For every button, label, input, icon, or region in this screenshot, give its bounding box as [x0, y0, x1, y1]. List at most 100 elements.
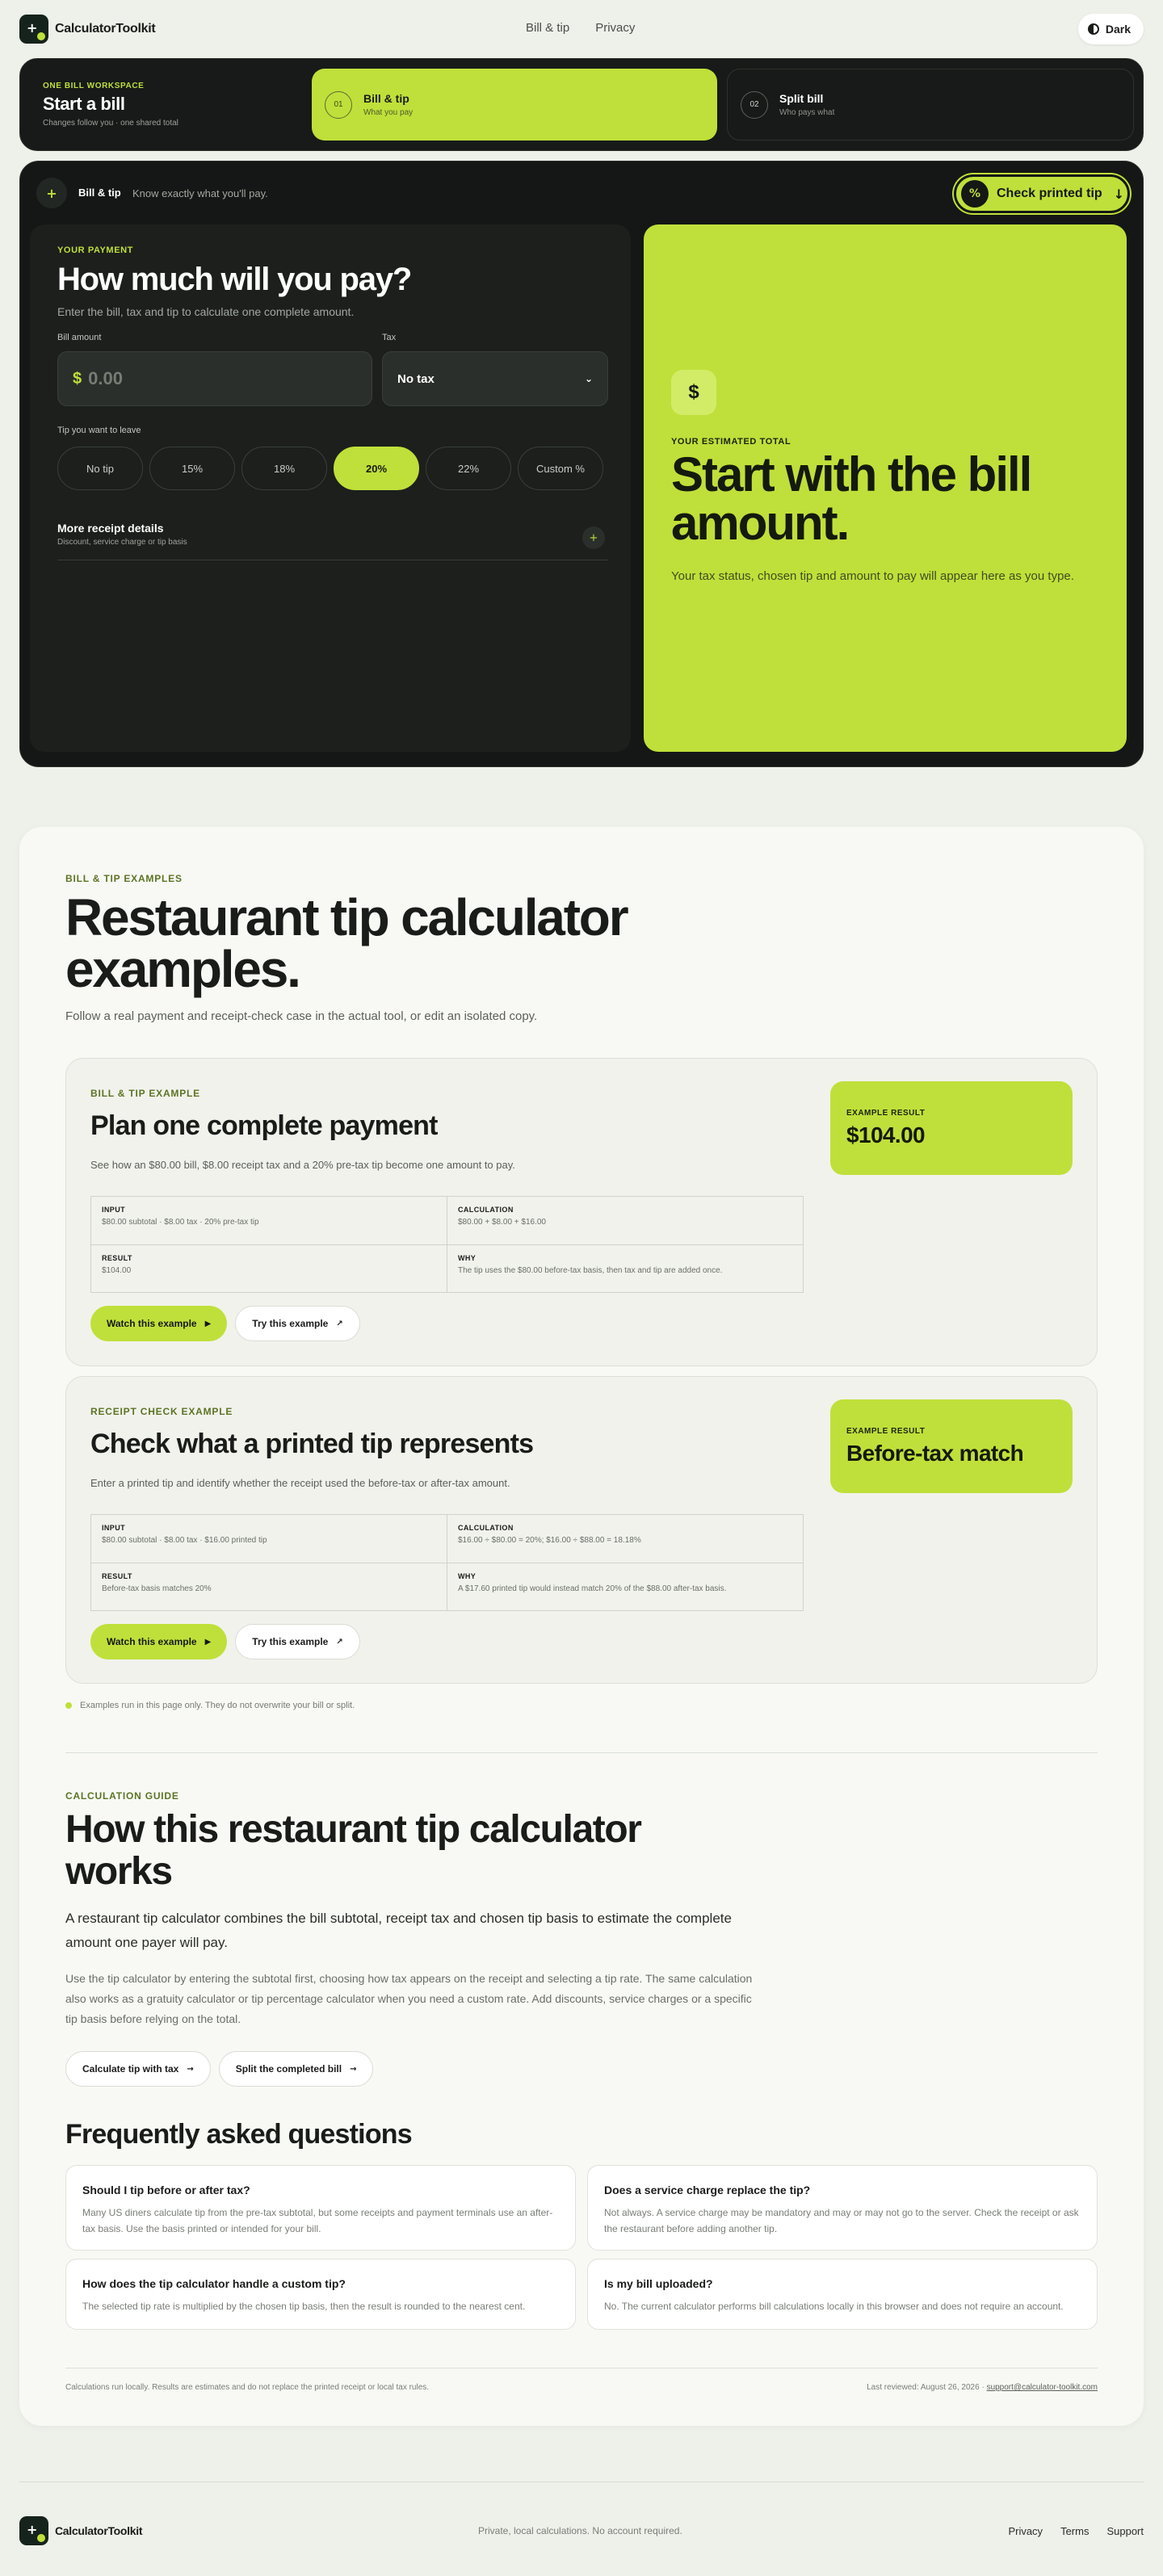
example-description: See how an $80.00 bill, $8.00 receipt ta… [90, 1159, 515, 1171]
tab-subtitle: What you pay [363, 108, 414, 117]
faq-question: Is my bill uploaded? [604, 2277, 713, 2290]
footer-tagline: Private, local calculations. No account … [478, 2525, 682, 2536]
example-why-cell: WHY A $17.60 printed tip would instead ma… [447, 1562, 804, 1611]
percent-icon: % [961, 180, 989, 208]
cell-value: $104.00 [102, 1265, 132, 1275]
payment-form: YOUR PAYMENT How much will you pay? Ente… [30, 224, 631, 752]
try-example-button[interactable]: Try this example ↗ [235, 1306, 360, 1341]
tip-option-custom[interactable]: Custom % [518, 447, 603, 490]
cell-heading: RESULT [102, 1571, 132, 1580]
brand-logo[interactable]: + CalculatorToolkit [19, 15, 156, 44]
footer-link-privacy[interactable]: Privacy [1008, 2525, 1043, 2537]
example-calculation-cell: CALCULATION $80.00 + $8.00 + $16.00 [447, 1196, 804, 1245]
watch-example-button[interactable]: Watch this example ▶ [90, 1624, 228, 1659]
external-arrow-icon: ↗ [336, 1319, 343, 1328]
faq-answer: No. The current calculator performs bill… [604, 2301, 1064, 2312]
check-printed-tip-button[interactable]: % Check printed tip ↓ [954, 174, 1130, 213]
guide-lead: A restaurant tip calculator combines the… [65, 1911, 732, 1950]
example-title: Plan one complete payment [90, 1110, 438, 1141]
faq-item[interactable]: Does a service charge replace the tip? N… [587, 2165, 1098, 2251]
example-kicker: BILL & TIP EXAMPLE [90, 1088, 200, 1099]
example-title: Check what a printed tip represents [90, 1429, 534, 1459]
nav-bill-tip[interactable]: Bill & tip [526, 21, 569, 35]
try-example-label: Try this example [252, 1636, 329, 1647]
tip-options: No tip 15% 18% 20% 22% Custom % [57, 447, 603, 490]
example-calculation-cell: CALCULATION $16.00 ÷ $80.00 = 20%; $16.00… [447, 1514, 804, 1563]
calculator-header-subtitle: Know exactly what you'll pay. [132, 187, 268, 199]
more-receipt-details[interactable]: More receipt details Discount, service c… [57, 522, 608, 560]
more-details-subtitle: Discount, service charge or tip basis [57, 538, 187, 547]
logo-icon: + [19, 2516, 48, 2545]
theme-toggle-button[interactable]: Dark [1077, 14, 1144, 44]
examples-title: Restaurant tip calculator examples. [65, 888, 629, 998]
cell-value: $80.00 subtotal · $8.00 tax · $16.00 pri… [102, 1536, 267, 1545]
faq-title: Frequently asked questions [65, 2119, 413, 2150]
fine-print: Calculations run locally. Results are es… [65, 2368, 1098, 2392]
footer-logo[interactable]: + CalculatorToolkit [19, 2516, 143, 2545]
examples-note-text: Examples run in this page only. They do … [80, 1701, 355, 1710]
play-icon: ▶ [204, 1637, 212, 1647]
tab-bill-tip[interactable]: 01 Bill & tip What you pay [312, 69, 717, 141]
tab-split-bill[interactable]: 02 Split bill Who pays what [727, 69, 1134, 141]
guide-title: How this restaurant tip calculator works [65, 1808, 642, 1893]
guide-kicker: CALCULATION GUIDE [65, 1790, 179, 1802]
faq-answer: The selected tip rate is multiplied by t… [82, 2301, 526, 2312]
faq-item[interactable]: Should I tip before or after tax? Many U… [65, 2165, 576, 2251]
status-dot-icon [65, 1702, 72, 1709]
tax-select[interactable]: No tax ⌄ [382, 351, 608, 406]
footer-link-terms[interactable]: Terms [1060, 2525, 1089, 2537]
tip-option-15[interactable]: 15% [149, 447, 235, 490]
fine-print-meta: Last reviewed: August 26, 2026 · support… [867, 2383, 1098, 2392]
bill-amount-label: Bill amount [57, 333, 102, 342]
example-input-cell: INPUT $80.00 subtotal · $8.00 tax · $16.0… [90, 1514, 447, 1563]
example-card: BILL & TIP EXAMPLE Plan one complete pay… [65, 1058, 1098, 1366]
footer: + CalculatorToolkit Private, local calcu… [19, 2515, 1144, 2547]
faq-item[interactable]: Is my bill uploaded? No. The current cal… [587, 2259, 1098, 2330]
split-bill-label: Split the completed bill [235, 2063, 342, 2075]
watch-example-label: Watch this example [107, 1636, 197, 1647]
tip-option-22[interactable]: 22% [426, 447, 511, 490]
step-number: 01 [325, 90, 352, 119]
support-email-link[interactable]: support@calculator-toolkit.com [987, 2383, 1098, 2392]
workspace-title: Start a bill [43, 94, 125, 114]
watch-example-button[interactable]: Watch this example ▶ [90, 1306, 228, 1341]
workspace-subtitle: Changes follow you · one shared total [43, 119, 178, 128]
calculator-header-title: Bill & tip [78, 187, 121, 199]
example-result-cell: RESULT Before-tax basis matches 20% [90, 1562, 447, 1611]
cell-value: The tip uses the $80.00 before-tax basis… [458, 1265, 723, 1275]
cell-heading: INPUT [102, 1524, 125, 1532]
footer-link-support[interactable]: Support [1106, 2525, 1144, 2537]
split-completed-bill-button[interactable]: Split the completed bill → [218, 2051, 374, 2087]
check-printed-tip-label: Check printed tip [997, 187, 1102, 200]
examples-note: Examples run in this page only. They do … [65, 1701, 355, 1710]
workspace-kicker: ONE BILL WORKSPACE [43, 82, 145, 90]
calculator-header: + Bill & tip Know exactly what you'll pa… [20, 162, 1143, 224]
contrast-icon [1087, 23, 1099, 35]
tip-option-20[interactable]: 20% [334, 447, 419, 490]
cell-heading: INPUT [102, 1206, 125, 1214]
examples-subtitle: Follow a real payment and receipt-check … [65, 1009, 538, 1023]
tip-label: Tip you want to leave [57, 426, 141, 435]
calculate-tip-with-tax-button[interactable]: Calculate tip with tax → [65, 2051, 211, 2087]
faq-item[interactable]: How does the tip calculator handle a cus… [65, 2259, 576, 2330]
try-example-button[interactable]: Try this example ↗ [235, 1624, 360, 1659]
tip-option-18[interactable]: 18% [241, 447, 327, 490]
cell-value: Before-tax basis matches 20% [102, 1584, 212, 1593]
tax-selected-value: No tax [397, 371, 435, 386]
tip-option-none[interactable]: No tip [57, 447, 143, 490]
cell-heading: WHY [458, 1571, 477, 1580]
example-kicker: RECEIPT CHECK EXAMPLE [90, 1406, 233, 1417]
cell-heading: RESULT [102, 1253, 132, 1262]
section-divider [65, 1752, 1098, 1753]
tax-label: Tax [382, 333, 397, 342]
cell-value: $80.00 + $8.00 + $16.00 [458, 1218, 546, 1227]
example-result-card: EXAMPLE RESULT $104.00 [830, 1081, 1073, 1175]
more-details-title: More receipt details [57, 522, 164, 535]
example-table: INPUT $80.00 subtotal · $8.00 tax · 20% p… [90, 1196, 804, 1293]
calculator-panel: + Bill & tip Know exactly what you'll pa… [19, 161, 1144, 767]
nav-privacy[interactable]: Privacy [595, 21, 635, 35]
estimated-total-kicker: YOUR ESTIMATED TOTAL [671, 437, 791, 447]
bill-amount-input[interactable]: $ 0.00 [57, 351, 372, 406]
content-card: BILL & TIP EXAMPLES Restaurant tip calcu… [19, 827, 1144, 2426]
watch-example-label: Watch this example [107, 1318, 197, 1329]
